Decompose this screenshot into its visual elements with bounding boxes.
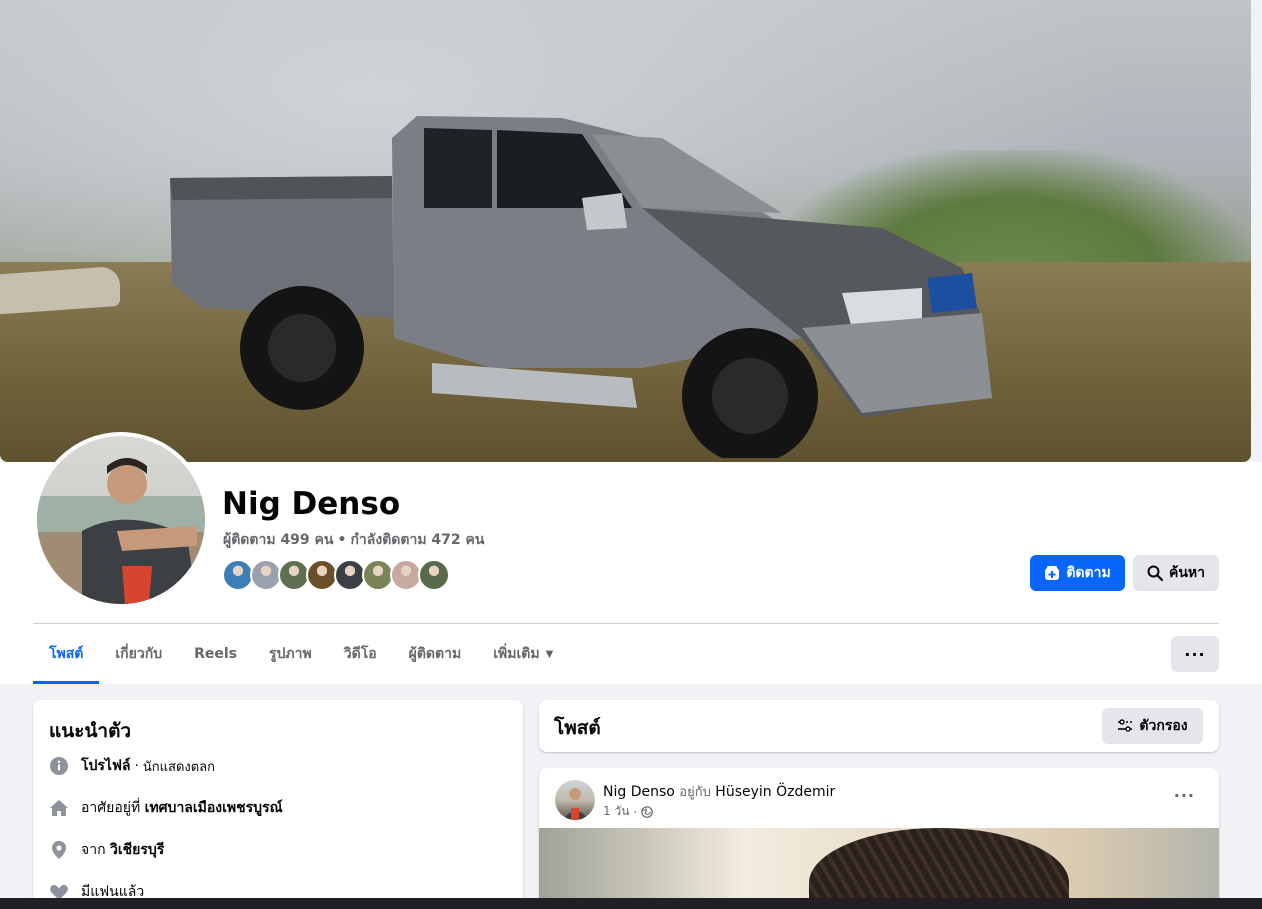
profile-photo bbox=[37, 458, 205, 604]
filter-label: ตัวกรอง bbox=[1139, 718, 1188, 734]
filter-icon bbox=[1118, 719, 1133, 732]
posts-title: โพสต์ bbox=[554, 717, 601, 739]
intro-row-profile: โปรไฟล์ · นักแสดงตลก bbox=[49, 755, 215, 777]
info-icon bbox=[49, 756, 69, 776]
tab-videos-label: วิดีโอ bbox=[343, 646, 377, 662]
followers-separator: • bbox=[337, 532, 347, 548]
profile-name: Nig Denso bbox=[222, 486, 401, 522]
intro-profile-category: นักแสดงตลก bbox=[142, 759, 216, 775]
cover-photo[interactable] bbox=[0, 0, 1251, 462]
tab-about-label: เกี่ยวกับ bbox=[115, 646, 163, 662]
tab-videos[interactable]: วิดีโอ bbox=[328, 624, 393, 684]
intro-from-place[interactable]: วิเชียรบุรี bbox=[110, 839, 164, 861]
intro-profile-separator: · bbox=[130, 758, 143, 774]
friends-avatar-row bbox=[222, 559, 450, 591]
post-with-text: อยู่กับ bbox=[679, 785, 711, 800]
location-pin-icon bbox=[49, 840, 69, 860]
post-author-line: Nig Denso อยู่กับ Hüseyin Özdemir bbox=[603, 781, 835, 802]
tab-photos-label: รูปภาพ bbox=[269, 646, 312, 662]
follower-counts: ผู้ติดตาม 499 คน • กำลังติดตาม 472 คน bbox=[223, 529, 484, 551]
tab-more[interactable]: เพิ่มเติม ▼ bbox=[477, 624, 569, 684]
caret-down-icon: ▼ bbox=[545, 648, 554, 660]
tab-photos[interactable]: รูปภาพ bbox=[253, 624, 328, 684]
search-button[interactable]: ค้นหา bbox=[1133, 555, 1219, 591]
post-meta-separator: · bbox=[633, 804, 638, 819]
friend-avatar[interactable] bbox=[418, 559, 450, 591]
post-author-name[interactable]: Nig Denso bbox=[603, 784, 675, 800]
tab-about[interactable]: เกี่ยวกับ bbox=[99, 624, 178, 684]
posts-header-card: โพสต์ ตัวกรอง bbox=[539, 700, 1219, 752]
cover-road bbox=[0, 265, 120, 315]
tab-posts-label: โพสต์ bbox=[49, 646, 84, 662]
post-meta: 1 วัน · bbox=[603, 802, 654, 821]
following-count[interactable]: กำลังติดตาม 472 คน bbox=[350, 532, 484, 548]
intro-lives-prefix: อาศัยอยู่ที่ bbox=[81, 800, 145, 816]
home-icon bbox=[49, 798, 69, 818]
intro-card: แนะนำตัว โปรไฟล์ · นักแสดงตลก อาศัยอยู่ท… bbox=[33, 700, 523, 909]
pickup-truck-image bbox=[170, 116, 992, 458]
search-icon bbox=[1147, 565, 1163, 581]
follow-button[interactable]: ติดตาม bbox=[1030, 555, 1125, 591]
tab-reels-label: Reels bbox=[194, 646, 237, 662]
follow-icon bbox=[1045, 566, 1060, 580]
post-more-button[interactable]: ··· bbox=[1174, 786, 1195, 805]
more-options-button[interactable]: ··· bbox=[1171, 636, 1219, 672]
filter-button[interactable]: ตัวกรอง bbox=[1102, 708, 1203, 744]
followers-count[interactable]: ผู้ติดตาม 499 คน bbox=[223, 532, 333, 548]
intro-from-prefix: จาก bbox=[81, 842, 110, 858]
profile-tabs: โพสต์ เกี่ยวกับ Reels รูปภาพ วิดีโอ ผู้ต… bbox=[33, 624, 569, 684]
post-time[interactable]: 1 วัน bbox=[603, 802, 629, 821]
profile-avatar[interactable] bbox=[33, 432, 209, 608]
post-card: Nig Denso อยู่กับ Hüseyin Özdemir 1 วัน … bbox=[539, 768, 1219, 909]
tab-reels[interactable]: Reels bbox=[178, 624, 253, 684]
tab-posts[interactable]: โพสต์ bbox=[33, 624, 100, 684]
globe-icon bbox=[641, 805, 654, 818]
search-label: ค้นหา bbox=[1168, 565, 1206, 581]
intro-profile-label: โปรไฟล์ bbox=[81, 758, 131, 774]
intro-lives-place[interactable]: เทศบาลเมืองเพชรบูรณ์ bbox=[145, 797, 283, 819]
intro-row-from: จาก วิเชียรบุรี bbox=[49, 839, 164, 861]
follow-label: ติดตาม bbox=[1066, 565, 1111, 581]
tab-more-label: เพิ่มเติม bbox=[493, 646, 540, 662]
post-author-avatar[interactable] bbox=[555, 780, 595, 820]
intro-row-lives: อาศัยอยู่ที่ เทศบาลเมืองเพชรบูรณ์ bbox=[49, 797, 283, 819]
os-taskbar bbox=[0, 898, 1262, 909]
intro-title: แนะนำตัว bbox=[49, 720, 132, 742]
tab-followers-label: ผู้ติดตาม bbox=[408, 646, 462, 662]
post-tagged-user[interactable]: Hüseyin Özdemir bbox=[715, 784, 835, 800]
tab-followers[interactable]: ผู้ติดตาม bbox=[393, 624, 478, 684]
